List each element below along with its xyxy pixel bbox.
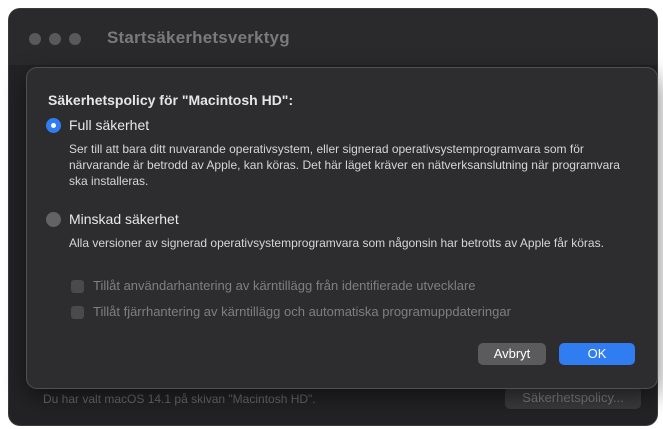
cancel-button[interactable]: Avbryt — [478, 343, 546, 365]
allow-user-kext-checkbox[interactable] — [71, 280, 84, 293]
selected-disk-status: Du har valt macOS 14.1 på skivan "Macint… — [43, 392, 316, 406]
full-security-label[interactable]: Full säkerhet — [69, 117, 149, 133]
security-policy-sheet: Säkerhetspolicy för "Macintosh HD": Full… — [27, 68, 657, 388]
title-bar: Startsäkerhetsverktyg — [9, 9, 657, 65]
allow-remote-kext-checkbox[interactable] — [71, 306, 84, 319]
allow-user-kext-label: Tillåt användarhantering av kärntillägg … — [93, 278, 476, 293]
ok-button[interactable]: OK — [559, 343, 635, 365]
full-security-description: Ser till att bara ditt nuvarande operati… — [69, 142, 620, 188]
reduced-security-description: Alla versioner av signerad operativsyste… — [69, 236, 604, 250]
full-security-radio[interactable] — [46, 118, 61, 133]
minimize-window-button[interactable] — [49, 33, 61, 45]
window-title: Startsäkerhetsverktyg — [107, 28, 290, 47]
close-window-button[interactable] — [29, 33, 41, 45]
sheet-heading: Säkerhetspolicy för "Macintosh HD": — [48, 92, 294, 108]
security-policy-button[interactable]: Säkerhetspolicy... — [505, 387, 641, 409]
reduced-security-label[interactable]: Minskad säkerhet — [69, 211, 179, 227]
reduced-security-radio[interactable] — [46, 212, 61, 227]
zoom-window-button[interactable] — [69, 33, 81, 45]
allow-remote-kext-label: Tillåt fjärrhantering av kärntillägg och… — [93, 304, 511, 319]
